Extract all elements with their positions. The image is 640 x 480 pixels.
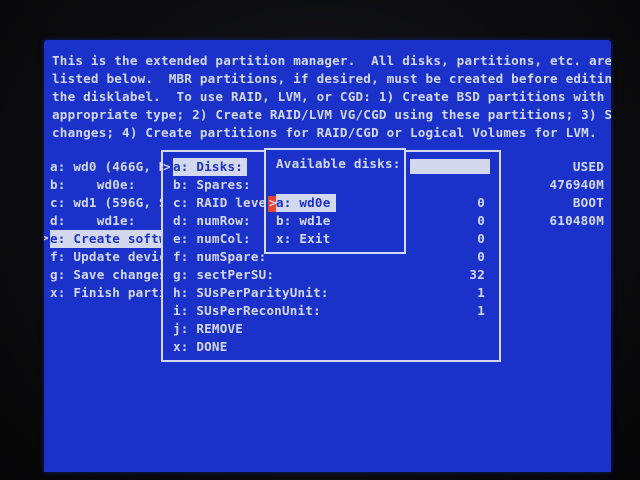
raid-row-value: 0 (477, 195, 485, 210)
popup-title: Available disks: (276, 156, 401, 171)
used-column: USED 476940M BOOT 610480M (514, 158, 604, 230)
raid-row-value: 0 (477, 249, 485, 264)
menu-item-finish-partitioning[interactable]: x: Finish parti (50, 284, 162, 302)
raid-row-susperparityunit[interactable]: h: SUsPerParityUnit: 1 (173, 284, 493, 302)
raid-row-label: e: numCol: (173, 231, 251, 246)
disk-option-wd0e[interactable]: a: wd0e (276, 194, 337, 212)
menu-item-wd1e[interactable]: d: wd1e: (50, 212, 162, 230)
menu-item-wd0e[interactable]: b: wd0e: (50, 176, 162, 194)
partition-main-menu: a: wd0 (466G, M b: wd0e: c: wd1 (596G, S… (50, 158, 170, 302)
raid-row-value: 0 (477, 213, 485, 228)
raid-row-label: f: numSpare: (173, 249, 267, 264)
raid-cursor-arrow: > (163, 159, 171, 174)
raid-row-value: 32 (469, 267, 485, 282)
raid-row-remove[interactable]: j: REMOVE (173, 320, 493, 338)
raid-row-label: d: numRow: (173, 213, 251, 228)
intro-line: changes; 4) Create partitions for RAID/C… (52, 125, 597, 140)
raid-row-value: 1 (477, 303, 485, 318)
highlight-bar (410, 159, 490, 174)
raid-row-label: b: Spares: (173, 177, 251, 192)
menu-item-wd1[interactable]: c: wd1 (596G, S (50, 194, 162, 212)
intro-text: This is the extended partition manager. … (52, 52, 611, 142)
intro-line: appropriate type; 2) Create RAID/LVM VG/… (52, 107, 611, 122)
raid-row-label: x: DONE (173, 339, 228, 354)
raid-row-label: h: SUsPerParityUnit: (173, 285, 329, 300)
available-disks-popup: Available disks: > a: wd0e b: wd1e x: Ex… (264, 148, 406, 254)
raid-row-sectpersu[interactable]: g: sectPerSU: 32 (173, 266, 493, 284)
used-value: 476940M (549, 177, 604, 192)
menu-item-update-devices[interactable]: f: Update devic (50, 248, 162, 266)
used-header: USED (572, 159, 604, 174)
raid-row-label: a: Disks: (173, 158, 248, 176)
intro-line: listed below. MBR partitions, if desired… (52, 71, 611, 86)
intro-line: This is the extended partition manager. … (52, 53, 611, 68)
raid-row-label: g: sectPerSU: (173, 267, 275, 282)
menu-cursor-arrow: > (44, 230, 49, 245)
raid-row-done[interactable]: x: DONE (173, 338, 493, 356)
menu-item-wd0[interactable]: a: wd0 (466G, M (50, 158, 162, 176)
raid-row-label: i: SUsPerReconUnit: (173, 303, 321, 318)
intro-line: the disklabel. To use RAID, LVM, or CGD:… (52, 89, 611, 104)
used-value: 610480M (549, 213, 604, 228)
raid-row-label: c: RAID leve (173, 195, 267, 210)
raid-row-susperreconunit[interactable]: i: SUsPerReconUnit: 1 (173, 302, 493, 320)
raid-row-value: 1 (477, 285, 485, 300)
disk-option-exit[interactable]: x: Exit (276, 230, 330, 248)
terminal-screen: This is the extended partition manager. … (44, 40, 611, 472)
disk-option-wd1e[interactable]: b: wd1e (276, 212, 330, 230)
menu-item-create-software-raid[interactable]: e: Create softw (50, 230, 162, 248)
raid-row-value: 0 (477, 231, 485, 246)
raid-row-label: j: REMOVE (173, 321, 244, 336)
used-value: BOOT (572, 195, 604, 210)
menu-item-save-changes[interactable]: g: Save changes (50, 266, 162, 284)
